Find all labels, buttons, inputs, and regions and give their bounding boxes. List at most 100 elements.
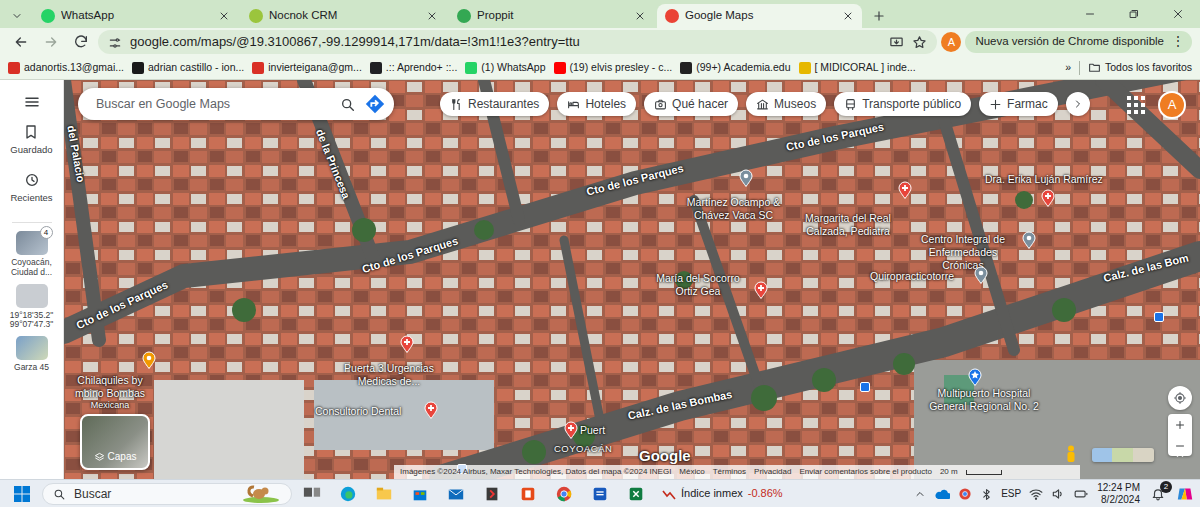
- forward-icon[interactable]: [38, 30, 64, 54]
- hospital-pin-icon[interactable]: [968, 367, 982, 385]
- footer-link[interactable]: Términos: [713, 466, 746, 478]
- place-label[interactable]: Chilaquiles by mbino BombasMexicana: [68, 374, 152, 411]
- browser-tab[interactable]: Google Maps: [657, 4, 862, 28]
- place-name[interactable]: Consultorio Dental: [315, 405, 401, 417]
- mail-icon[interactable]: [440, 482, 472, 506]
- tab-label[interactable]: Nocnok CRM: [269, 7, 420, 24]
- chip-label[interactable]: Transporte público: [862, 95, 961, 113]
- file-explorer-icon[interactable]: [368, 482, 400, 506]
- excel-icon[interactable]: [620, 482, 652, 506]
- update-button[interactable]: Nueva versión de Chrome disponible⋮: [965, 31, 1192, 53]
- ticker-label[interactable]: Índice inmex: [681, 485, 743, 502]
- bookmark[interactable]: invierteigana@gm...: [252, 60, 362, 76]
- stock-ticker[interactable]: Índice inmex -0.86%: [662, 485, 783, 502]
- address-bar[interactable]: google.com/maps/@19.3100867,-99.1299914,…: [98, 30, 937, 54]
- chip-label[interactable]: Restaurantes: [468, 95, 539, 113]
- recent-place[interactable]: Garza 45: [1, 336, 63, 373]
- tab-label[interactable]: WhatsApp: [61, 7, 212, 24]
- ticker-value[interactable]: -0.86%: [748, 485, 783, 502]
- update-label[interactable]: Nueva versión de Chrome disponible: [975, 33, 1164, 50]
- all-bookmarks[interactable]: Todos los favoritos: [1088, 60, 1192, 76]
- back-icon[interactable]: [8, 30, 34, 54]
- search-input[interactable]: [94, 94, 332, 115]
- footer-link[interactable]: Enviar comentarios sobre el producto: [799, 466, 932, 478]
- category-chip[interactable]: Transporte público: [834, 92, 971, 116]
- footer-link[interactable]: México: [679, 466, 704, 478]
- directions-icon[interactable]: [364, 93, 386, 115]
- word-icon[interactable]: [584, 482, 616, 506]
- place-label[interactable]: Puerta 3 Urgencias Medicas de...: [334, 362, 444, 388]
- office-icon[interactable]: [512, 482, 544, 506]
- medical-pin-icon[interactable]: [424, 400, 438, 418]
- chip-label[interactable]: Farmac: [1007, 95, 1048, 113]
- layers-button[interactable]: Capas: [80, 414, 150, 470]
- sidebar-label[interactable]: Recientes: [10, 191, 52, 205]
- windows-start-icon[interactable]: [6, 482, 38, 506]
- store-icon[interactable]: [404, 482, 436, 506]
- place-label[interactable]: Puert: [580, 424, 605, 437]
- place-name[interactable]: Chilaquiles by mbino Bombas: [75, 374, 145, 399]
- close-icon[interactable]: [218, 10, 230, 22]
- edge-icon[interactable]: [332, 482, 364, 506]
- reload-icon[interactable]: [68, 30, 94, 54]
- sidebar-item[interactable]: Recientes: [10, 172, 52, 220]
- zoom-in-icon[interactable]: [1174, 414, 1186, 435]
- business-pin-icon[interactable]: [974, 265, 988, 283]
- medical-pin-icon[interactable]: [564, 420, 578, 438]
- bookmark-label[interactable]: [ MIDICORAL ] inde...: [815, 60, 916, 76]
- minimize-icon[interactable]: [1068, 0, 1112, 28]
- all-bookmarks-label[interactable]: Todos los favoritos: [1105, 60, 1192, 76]
- taskbar-search[interactable]: Buscar: [42, 483, 292, 505]
- place-name[interactable]: Margarita del Real Calzada, Pediatra: [805, 212, 891, 237]
- place-label[interactable]: Dra. Erika Luján Ramírez: [985, 173, 1103, 186]
- place-label[interactable]: Quiropracticotorre: [870, 270, 954, 283]
- bus-stop-icon[interactable]: [1154, 312, 1164, 322]
- browser-tab[interactable]: Nocnok CRM: [241, 4, 446, 28]
- place-name[interactable]: María del Socorro Ortiz Gea: [656, 272, 739, 297]
- task-view-icon[interactable]: [296, 482, 328, 506]
- place-name[interactable]: Martínez Ocampo & Chávez Vaca SC: [687, 196, 780, 221]
- medical-pin-icon[interactable]: [898, 180, 912, 198]
- browser-tab[interactable]: Proppit: [449, 4, 654, 28]
- place-name[interactable]: Quiropracticotorre: [870, 270, 954, 282]
- recent-label[interactable]: 19°18'35.2" 99°07'47.3": [1, 311, 63, 331]
- close-icon[interactable]: [634, 10, 646, 22]
- place-name[interactable]: Centro Integral de Enfermedades Crónicas: [921, 233, 1005, 271]
- footer-link[interactable]: Privacidad: [754, 466, 791, 478]
- bookmark-label[interactable]: invierteigana@gm...: [268, 60, 362, 76]
- category-chip[interactable]: Museos: [746, 92, 826, 116]
- language-indicator[interactable]: ESP: [1001, 486, 1021, 501]
- onedrive-icon[interactable]: [934, 486, 950, 501]
- bookmark[interactable]: [ MIDICORAL ] inde...: [799, 60, 916, 76]
- volume-icon[interactable]: [1051, 486, 1065, 501]
- tab-label[interactable]: Proppit: [477, 7, 628, 24]
- bookmark-label[interactable]: adanortis.13@gmai...: [24, 60, 124, 76]
- expand-icon[interactable]: [1172, 448, 1188, 462]
- place-label[interactable]: Margarita del Real Calzada, Pediatra: [792, 212, 904, 238]
- bookmark[interactable]: .:: Aprendo+ ::..: [370, 60, 458, 76]
- close-window-icon[interactable]: [1156, 0, 1200, 28]
- place-label[interactable]: María del Socorro Ortiz Gea: [648, 272, 748, 298]
- place-name[interactable]: Puerta 3 Urgencias Medicas de...: [344, 362, 434, 387]
- bookmark-label[interactable]: (19) elvis presley - c...: [570, 60, 673, 76]
- category-chip[interactable]: Hoteles: [557, 92, 636, 116]
- app-icon[interactable]: [476, 482, 508, 506]
- install-app-icon[interactable]: [889, 32, 904, 52]
- notifications-button[interactable]: 2: [1148, 484, 1168, 504]
- browser-tab[interactable]: WhatsApp: [33, 4, 238, 28]
- recent-label[interactable]: Garza 45: [14, 363, 49, 373]
- menu-icon[interactable]: [0, 80, 63, 124]
- map-type-thumbnails[interactable]: [1092, 448, 1154, 462]
- bookmark[interactable]: adrian castillo - ion...: [132, 60, 244, 76]
- clock-time[interactable]: 12:24 PM: [1097, 482, 1140, 494]
- bookmark-label[interactable]: adrian castillo - ion...: [148, 60, 244, 76]
- apps-grid-icon[interactable]: [1126, 95, 1146, 115]
- tab-label[interactable]: Google Maps: [685, 7, 836, 24]
- chip-label[interactable]: Qué hacer: [672, 95, 728, 113]
- bookmark[interactable]: adanortis.13@gmai...: [8, 60, 124, 76]
- taskbar-search-label[interactable]: Buscar: [74, 485, 111, 503]
- tab-search-icon[interactable]: [4, 4, 30, 28]
- star-icon[interactable]: [912, 32, 927, 52]
- more-bookmarks[interactable]: »: [1065, 60, 1071, 76]
- recent-label[interactable]: Coyoacán, Ciudad d...: [1, 258, 63, 278]
